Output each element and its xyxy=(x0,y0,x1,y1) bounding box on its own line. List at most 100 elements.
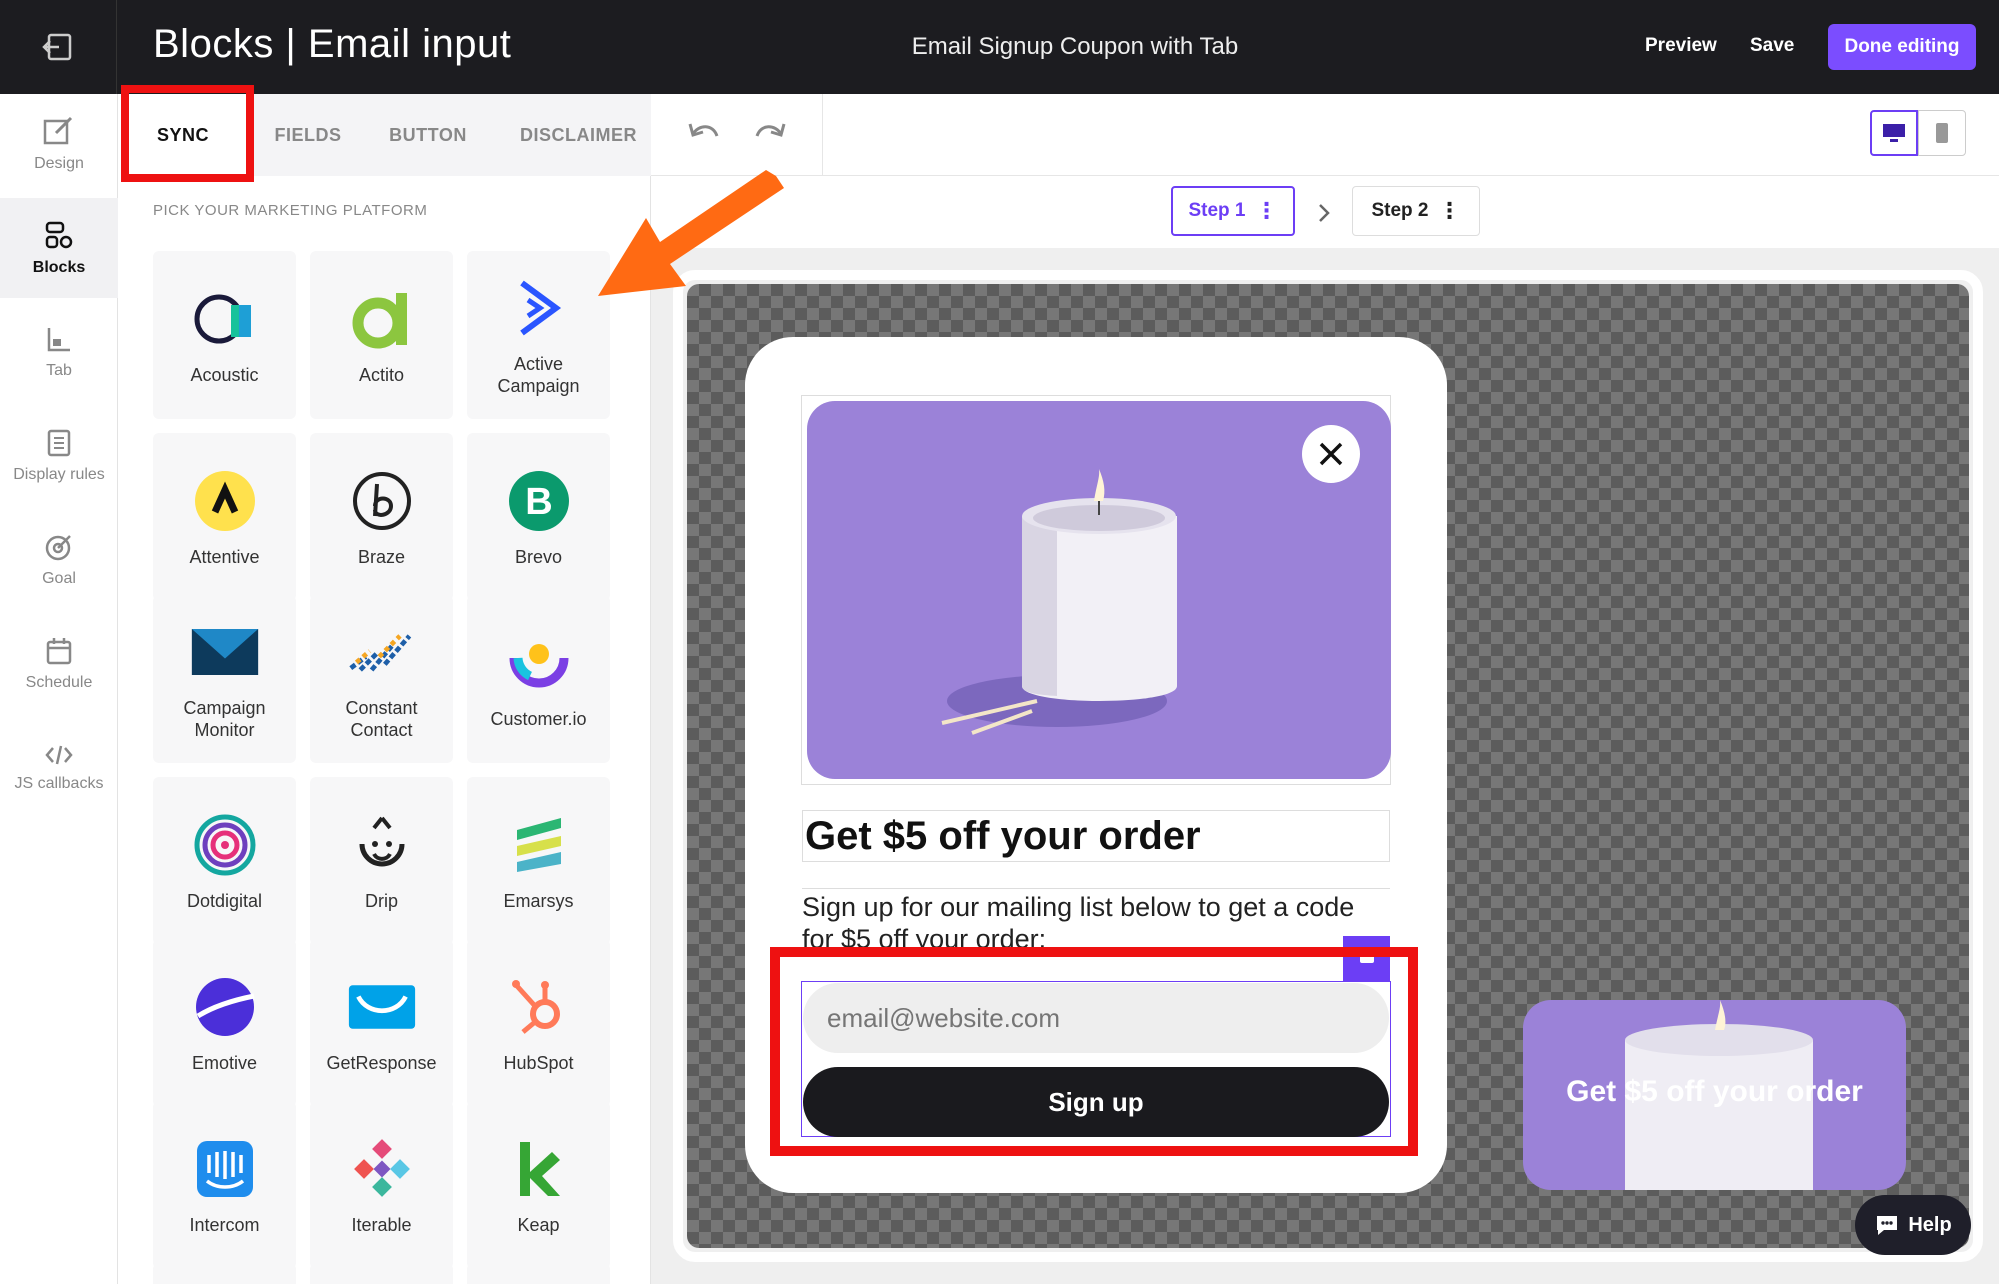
svg-text:B: B xyxy=(525,481,552,523)
redo-icon[interactable] xyxy=(753,120,787,148)
tab-icon xyxy=(47,328,70,352)
popup-headline[interactable]: Get $5 off your order xyxy=(802,810,1390,862)
platform-label: Iterable xyxy=(351,1215,412,1235)
rail-item-schedule[interactable]: Schedule xyxy=(0,614,118,714)
rail-label: JS callbacks xyxy=(14,775,104,792)
dotdigital-icon xyxy=(194,814,255,876)
platform-hubspot[interactable]: HubSpot xyxy=(467,939,610,1107)
rail-item-display-rules[interactable]: Display rules xyxy=(0,406,118,506)
platform-iterable[interactable]: Iterable xyxy=(310,1101,453,1269)
done-editing-button[interactable]: Done editing xyxy=(1828,24,1976,70)
platform-label: Acoustic xyxy=(190,365,259,385)
step-2-tab[interactable]: Step 2 ⋮ xyxy=(1352,186,1480,236)
platform-attentive[interactable]: Attentive xyxy=(153,433,296,601)
rail-label: Blocks xyxy=(32,259,86,276)
rail-label: Display rules xyxy=(13,466,105,483)
tab-fields[interactable]: FIELDS xyxy=(248,94,368,176)
toolbar-divider xyxy=(822,94,823,176)
platform-label: HubSpot xyxy=(503,1053,574,1073)
drip-icon xyxy=(359,816,404,867)
platform-emarsys[interactable]: Emarsys xyxy=(467,777,610,945)
section-label: PICK YOUR MARKETING PLATFORM xyxy=(153,202,428,219)
platform-actito[interactable]: Actito xyxy=(310,251,453,419)
steps-bar: Step 1 ⋮ Step 2 ⋮ xyxy=(651,176,1999,248)
emarsys-icon xyxy=(516,818,561,872)
tab-disclaimer[interactable]: DISCLAIMER xyxy=(506,94,651,176)
platform-emotive[interactable]: Emotive xyxy=(153,939,296,1107)
blocks-panel: SYNC FIELDS BUTTON DISCLAIMER PICK YOUR … xyxy=(118,94,651,1284)
platform-label: Intercom xyxy=(189,1215,260,1235)
hubspot-icon xyxy=(511,980,560,1034)
platform-label: Keap xyxy=(517,1215,560,1235)
email-block-highlight-box xyxy=(770,947,1418,1156)
platform-label: GetResponse xyxy=(326,1053,437,1073)
more-options-icon[interactable]: ⋮ xyxy=(1439,200,1461,222)
platform-label: Customer.io xyxy=(490,709,587,729)
teaser-text: Get $5 off your order xyxy=(1566,1075,1863,1108)
platform-label: Active Campaign xyxy=(497,354,580,396)
platform-constant-contact[interactable]: Constant Contact xyxy=(310,595,453,763)
help-button[interactable]: Help xyxy=(1855,1195,1971,1255)
customer-io-icon xyxy=(509,644,568,688)
platform-active-campaign[interactable]: Active Campaign xyxy=(467,251,610,419)
rail-item-goal[interactable]: Goal xyxy=(0,510,118,610)
platform-label: Constant Contact xyxy=(345,698,418,740)
rail-label: Schedule xyxy=(25,674,93,691)
rail-label: Design xyxy=(34,155,84,172)
rail-item-design[interactable]: Design xyxy=(0,94,118,194)
platform-partial xyxy=(467,1263,610,1284)
preview-button[interactable]: Preview xyxy=(1645,35,1717,57)
mobile-icon xyxy=(1936,123,1948,143)
top-bar: Blocks | Email input Email Signup Coupon… xyxy=(0,0,1999,94)
platform-braze[interactable]: Braze xyxy=(310,433,453,601)
platform-label: Actito xyxy=(358,365,405,385)
rail-item-tab[interactable]: Tab xyxy=(0,302,118,402)
platform-label: Campaign Monitor xyxy=(183,698,266,740)
sync-highlight-box xyxy=(121,85,254,182)
chat-icon xyxy=(1877,1216,1898,1235)
tab-button[interactable]: BUTTON xyxy=(368,94,488,176)
platform-getresponse[interactable]: GetResponse xyxy=(310,939,453,1107)
more-options-icon[interactable]: ⋮ xyxy=(1256,200,1278,222)
popup-subtext[interactable]: Sign up for our mailing list below to ge… xyxy=(802,888,1390,950)
platform-brevo[interactable]: B Brevo xyxy=(467,433,610,601)
platform-campaign-monitor[interactable]: Campaign Monitor xyxy=(153,595,296,763)
tab-teaser[interactable]: Get $5 off your order xyxy=(1523,1000,1906,1190)
close-popup-button[interactable] xyxy=(1302,425,1360,483)
platform-label: Braze xyxy=(357,547,406,567)
rail-item-js-callbacks[interactable]: JS callbacks xyxy=(0,718,118,818)
rail-item-blocks[interactable]: Blocks xyxy=(0,198,118,298)
campaign-monitor-icon xyxy=(191,628,258,676)
chevron-right-icon xyxy=(1319,204,1330,222)
platform-acoustic[interactable]: Acoustic xyxy=(153,251,296,419)
close-icon xyxy=(1319,442,1343,466)
platform-intercom[interactable]: Intercom xyxy=(153,1101,296,1269)
platform-keap[interactable]: Keap xyxy=(467,1101,610,1269)
save-button[interactable]: Save xyxy=(1750,35,1794,57)
left-rail: Design Blocks Tab Display rules Goal Sch… xyxy=(0,94,118,1284)
goal-icon xyxy=(45,535,71,561)
platform-drip[interactable]: Drip xyxy=(310,777,453,945)
getresponse-icon xyxy=(348,985,415,1029)
step-label: Step 1 xyxy=(1188,200,1246,221)
desktop-view-button[interactable] xyxy=(1870,110,1918,156)
platform-label: Emotive xyxy=(191,1053,258,1073)
keap-icon xyxy=(519,1142,560,1196)
rail-label: Tab xyxy=(46,362,72,379)
platform-dotdigital[interactable]: Dotdigital xyxy=(153,777,296,945)
active-campaign-icon xyxy=(519,280,561,336)
editor-toolbar xyxy=(651,94,1999,176)
display-rules-icon xyxy=(47,429,71,457)
platform-customer-io[interactable]: Customer.io xyxy=(467,595,610,763)
design-icon xyxy=(43,116,73,145)
actito-icon xyxy=(352,293,407,349)
undo-icon[interactable] xyxy=(687,120,721,148)
code-icon xyxy=(45,745,73,765)
mobile-view-button[interactable] xyxy=(1918,110,1966,156)
platform-partial xyxy=(153,1263,296,1284)
step-1-tab[interactable]: Step 1 ⋮ xyxy=(1171,186,1295,236)
constant-contact-icon xyxy=(348,634,411,672)
help-label: Help xyxy=(1908,1213,1952,1236)
acoustic-icon xyxy=(194,294,251,344)
platform-partial xyxy=(310,1263,453,1284)
